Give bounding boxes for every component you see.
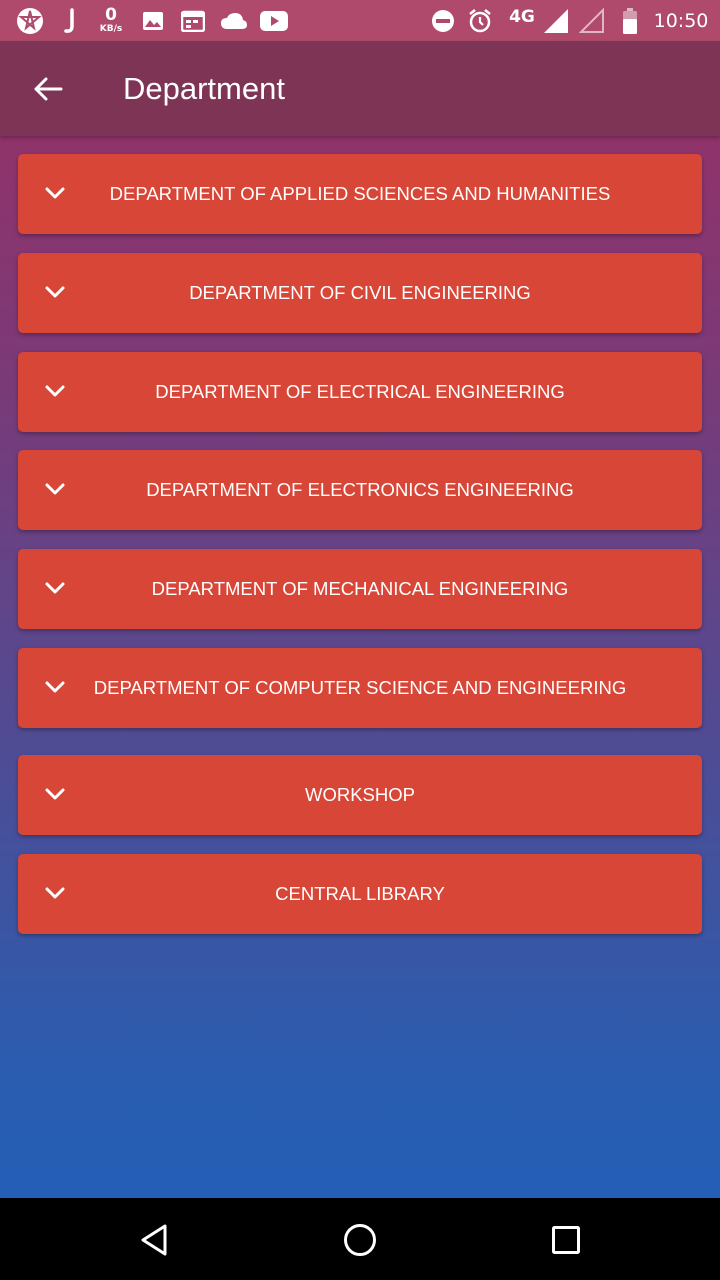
- status-bar: 0 KB/s 4G 10:50: [0, 0, 720, 41]
- department-label: DEPARTMENT OF MECHANICAL ENGINEERING: [151, 578, 569, 599]
- nav-back-button[interactable]: [130, 1216, 178, 1264]
- network-speed-value: 0: [105, 5, 117, 25]
- department-item-computer-science[interactable]: DEPARTMENT OF COMPUTER SCIENCE AND ENGIN…: [18, 648, 702, 728]
- department-label: CENTRAL LIBRARY: [275, 883, 445, 904]
- nav-home-button[interactable]: [336, 1216, 384, 1264]
- do-not-disturb-icon: [430, 0, 456, 41]
- department-item-electronics[interactable]: DEPARTMENT OF ELECTRONICS ENGINEERING: [18, 450, 702, 530]
- youtube-icon: [259, 0, 289, 41]
- page-title: Department: [123, 71, 285, 106]
- image-icon: [140, 0, 166, 41]
- chevron-down-icon: [45, 582, 65, 594]
- battery-icon: [618, 0, 642, 41]
- chevron-down-icon: [45, 286, 65, 298]
- department-item-applied-sciences[interactable]: DEPARTMENT OF APPLIED SCIENCES AND HUMAN…: [18, 154, 702, 234]
- clock: 10:50: [652, 0, 710, 41]
- calendar-icon: [179, 0, 207, 41]
- department-label: DEPARTMENT OF COMPUTER SCIENCE AND ENGIN…: [93, 677, 627, 698]
- system-navigation-bar: [0, 1198, 720, 1280]
- clock-time: 10:50: [653, 9, 709, 32]
- chevron-down-icon: [45, 385, 65, 397]
- app-bar: Department: [0, 41, 720, 136]
- department-item-workshop[interactable]: WORKSHOP: [18, 755, 702, 835]
- network-speed: 0 KB/s: [94, 0, 128, 41]
- cloud-icon: [219, 0, 249, 41]
- alarm-icon: [466, 0, 494, 41]
- chevron-down-icon: [45, 887, 65, 899]
- signal-empty-icon: [578, 0, 606, 41]
- department-item-civil[interactable]: DEPARTMENT OF CIVIL ENGINEERING: [18, 253, 702, 333]
- department-label: DEPARTMENT OF ELECTRONICS ENGINEERING: [146, 479, 574, 500]
- square-recents-icon: [552, 1226, 580, 1254]
- nav-recents-button[interactable]: [542, 1216, 590, 1264]
- network-type-label: 4G: [509, 6, 535, 27]
- department-item-electrical[interactable]: DEPARTMENT OF ELECTRICAL ENGINEERING: [18, 352, 702, 432]
- chevron-down-icon: [45, 681, 65, 693]
- network-type: 4G: [505, 0, 539, 41]
- j-notification-icon: [60, 0, 80, 41]
- chevron-down-icon: [45, 187, 65, 199]
- circle-home-icon: [344, 1224, 376, 1256]
- department-item-central-library[interactable]: CENTRAL LIBRARY: [18, 854, 702, 934]
- department-label: DEPARTMENT OF CIVIL ENGINEERING: [189, 282, 531, 303]
- chevron-down-icon: [45, 483, 65, 495]
- back-button[interactable]: [22, 65, 74, 113]
- network-speed-unit: KB/s: [99, 24, 123, 34]
- department-label: WORKSHOP: [305, 784, 415, 805]
- chevron-down-icon: [45, 788, 65, 800]
- department-item-mechanical[interactable]: DEPARTMENT OF MECHANICAL ENGINEERING: [18, 549, 702, 629]
- triangle-back-icon: [141, 1224, 167, 1256]
- app-logo-icon: [14, 0, 46, 41]
- arrow-left-icon: [34, 77, 63, 101]
- department-label: DEPARTMENT OF APPLIED SCIENCES AND HUMAN…: [109, 183, 611, 204]
- department-label: DEPARTMENT OF ELECTRICAL ENGINEERING: [155, 381, 565, 402]
- signal-full-icon: [541, 0, 571, 41]
